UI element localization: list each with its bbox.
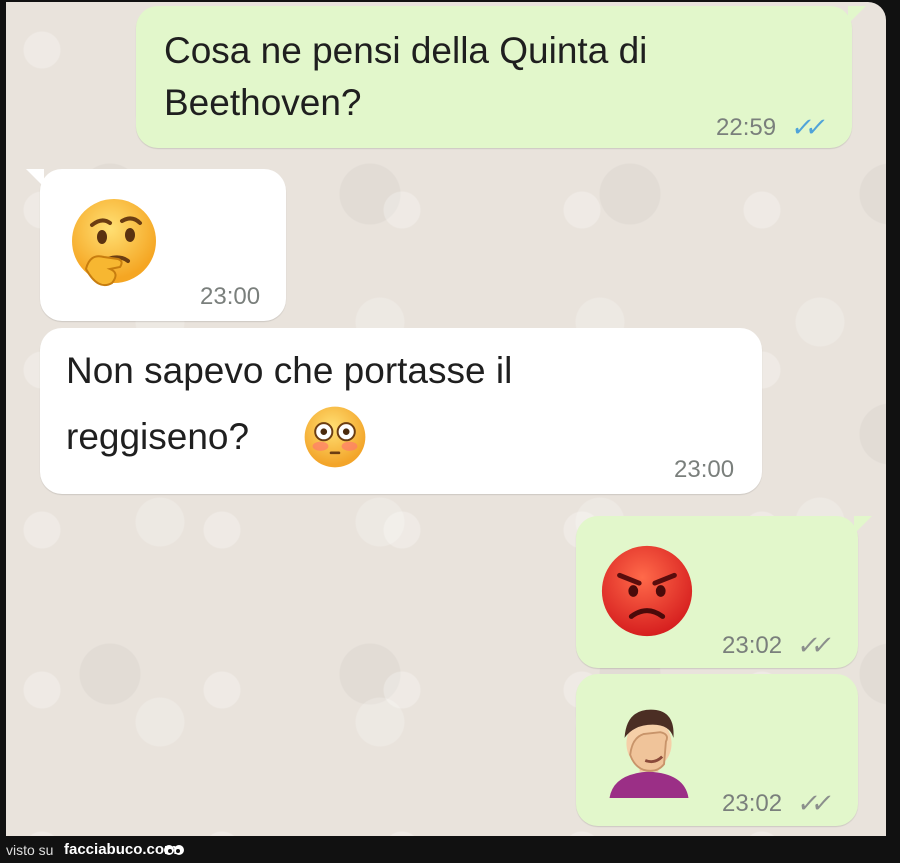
- watermark-footer: visto su facciabuco.com: [0, 838, 900, 863]
- message-text-line: Beethoven?: [164, 82, 362, 123]
- person-facepalming-emoji-icon: [609, 709, 689, 798]
- message-time: 23:02: [722, 790, 783, 817]
- message-outgoing[interactable]: 23:02 ✓✓: [576, 516, 872, 668]
- message-incoming[interactable]: 23:00: [26, 169, 286, 321]
- message-time: 22:59: [716, 114, 777, 141]
- message-time: 23:00: [674, 456, 735, 483]
- chat-area: Cosa ne pensi della Quinta di Beethoven?…: [6, 2, 886, 836]
- message-incoming[interactable]: Non sapevo che portasse il reggiseno? 23…: [40, 328, 762, 494]
- delivered-ticks-icon: ✓✓: [795, 630, 829, 660]
- eyes-logo-icon: [164, 845, 184, 855]
- message-outgoing[interactable]: 23:02 ✓✓: [576, 674, 858, 826]
- message-outgoing[interactable]: Cosa ne pensi della Quinta di Beethoven?…: [136, 6, 866, 148]
- message-text-line: Cosa ne pensi della Quinta di: [164, 30, 648, 71]
- pouting-face-emoji-icon: [601, 545, 693, 637]
- message-time: 23:00: [200, 283, 261, 310]
- message-text-line: Non sapevo che portasse il: [66, 350, 513, 391]
- flushed-face-emoji-icon: [304, 406, 366, 468]
- delivered-ticks-icon: ✓✓: [795, 788, 829, 818]
- footer-brand-link[interactable]: facciabuco.com: [64, 841, 177, 858]
- message-time: 23:02: [722, 632, 783, 659]
- footer-visto-label: visto su: [6, 842, 54, 858]
- message-text-line: reggiseno?: [66, 416, 250, 457]
- thinking-face-emoji-icon: [72, 199, 156, 287]
- read-ticks-icon: ✓✓: [789, 112, 823, 142]
